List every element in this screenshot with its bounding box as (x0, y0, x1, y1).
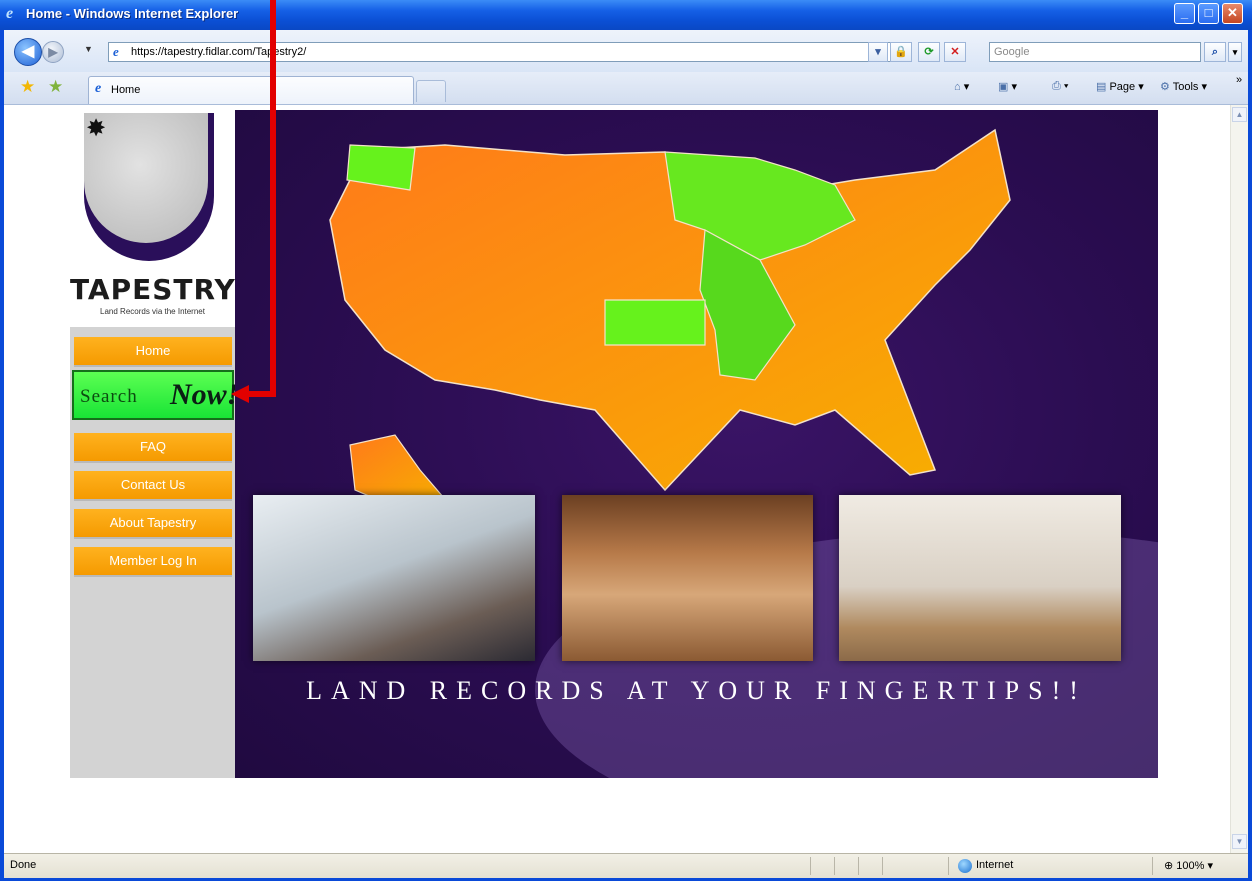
status-divider (834, 857, 835, 875)
office-computer-photo (839, 495, 1121, 661)
page-menu-label: Page (1109, 81, 1136, 93)
nav-about-button[interactable]: About Tapestry (74, 509, 232, 539)
add-favorites-icon[interactable]: ★ (48, 78, 63, 96)
left-sidebar: ✸ TAPESTRY Land Records via the Internet… (70, 105, 238, 778)
search-go-button[interactable]: ⌕ (1204, 42, 1226, 62)
minimize-button[interactable]: _ (1174, 3, 1195, 24)
feeds-icon[interactable]: ▣ ▾ (998, 80, 1017, 93)
refresh-button[interactable]: ⟳ (918, 42, 940, 62)
business-people-photo (253, 495, 535, 661)
address-url[interactable]: https://tapestry.fidlar.com/Tapestry2/ (131, 46, 306, 58)
zoom-level[interactable]: ⊕ 100% ▾ (1164, 859, 1213, 872)
search-placeholder: Google (994, 46, 1030, 58)
tools-menu[interactable]: ⚙ Tools ▾ (1160, 80, 1207, 93)
ie-logo-icon: e (6, 5, 14, 22)
annotation-arrow-head-icon (231, 385, 249, 403)
search-box[interactable]: Google (989, 42, 1201, 62)
page-menu[interactable]: ▤ Page ▾ (1096, 80, 1144, 93)
security-zone-label: Internet (976, 859, 1014, 871)
status-divider (858, 857, 859, 875)
security-lock-icon[interactable]: 🔒 (890, 42, 912, 62)
address-bar[interactable]: e https://tapestry.fidlar.com/Tapestry2/ (108, 42, 908, 62)
nav-home-button[interactable]: Home (74, 337, 232, 367)
status-divider (1152, 857, 1153, 875)
search-now-text: Search (80, 386, 138, 407)
tools-menu-label: Tools (1172, 81, 1199, 93)
new-tab-button[interactable] (416, 80, 446, 102)
nav-contact-button[interactable]: Contact Us (74, 471, 232, 501)
maximize-button[interactable]: □ (1198, 3, 1219, 24)
status-divider (948, 857, 949, 875)
brand-name: TAPESTRY (70, 273, 236, 306)
annotation-arrow-shaft (270, 0, 276, 394)
back-button[interactable]: ◀ (14, 38, 42, 66)
old-books-photo (562, 495, 813, 661)
print-icon[interactable]: ⎙ ▾ (1052, 80, 1069, 93)
tapestry-logo: ✸ TAPESTRY Land Records via the Internet (70, 105, 235, 327)
zoom-value: 100% (1176, 860, 1205, 872)
status-bar: Done Internet ⊕ 100% ▾ (4, 853, 1248, 878)
tab-home[interactable]: e Home (88, 76, 414, 104)
history-dropdown-icon[interactable]: ▼ (84, 44, 93, 54)
tab-bar: ★ ★ e Home ⌂ ▾ ▣ ▾ ⎙ ▾ ▤ Page ▾ ⚙ Tools … (4, 72, 1248, 105)
search-now-emphasis: Now! (170, 378, 239, 411)
nav-login-button[interactable]: Member Log In (74, 547, 232, 577)
brand-tagline: Land Records via the Internet (100, 307, 205, 316)
tab-page-icon: e (95, 81, 102, 96)
logo-star-icon: ✸ (86, 115, 107, 142)
forward-button[interactable]: ▶ (42, 41, 64, 63)
home-icon[interactable]: ⌂ ▾ (954, 80, 969, 93)
status-divider (882, 857, 883, 875)
hero-banner: LAND RECORDS AT YOUR FINGERTIPS!! (235, 110, 1158, 778)
status-text: Done (10, 859, 37, 871)
close-button[interactable]: ✕ (1222, 3, 1243, 24)
us-map (329, 128, 1011, 506)
nav-faq-button[interactable]: FAQ (74, 433, 232, 463)
window-title: Home - Windows Internet Explorer (26, 6, 239, 21)
favorites-star-icon[interactable]: ★ (20, 78, 35, 96)
annotation-arrow-bend (248, 391, 276, 397)
status-divider (810, 857, 811, 875)
page-icon: e (113, 44, 119, 59)
stop-button[interactable]: ✕ (944, 42, 966, 62)
map-kansas (604, 299, 706, 346)
search-options-button[interactable]: ▾ (1228, 42, 1242, 62)
navigation-bar: ◀ ▶ ▼ e https://tapestry.fidlar.com/Tape… (4, 30, 1248, 73)
page-viewport: ✸ TAPESTRY Land Records via the Internet… (4, 105, 1230, 853)
internet-zone-icon (958, 859, 972, 873)
banner-tagline: LAND RECORDS AT YOUR FINGERTIPS!! (306, 676, 1087, 705)
vertical-scrollbar[interactable]: ▲ ▼ (1230, 105, 1248, 853)
scroll-down-button[interactable]: ▼ (1232, 834, 1247, 849)
search-now-button[interactable]: Search Now! (72, 370, 238, 420)
more-chevron-icon[interactable]: » (1236, 74, 1242, 86)
scroll-up-button[interactable]: ▲ (1232, 107, 1247, 122)
address-dropdown-button[interactable]: ▾ (868, 42, 888, 62)
tab-label: Home (111, 84, 141, 96)
title-bar: e Home - Windows Internet Explorer _ □ ✕ (0, 0, 1252, 30)
